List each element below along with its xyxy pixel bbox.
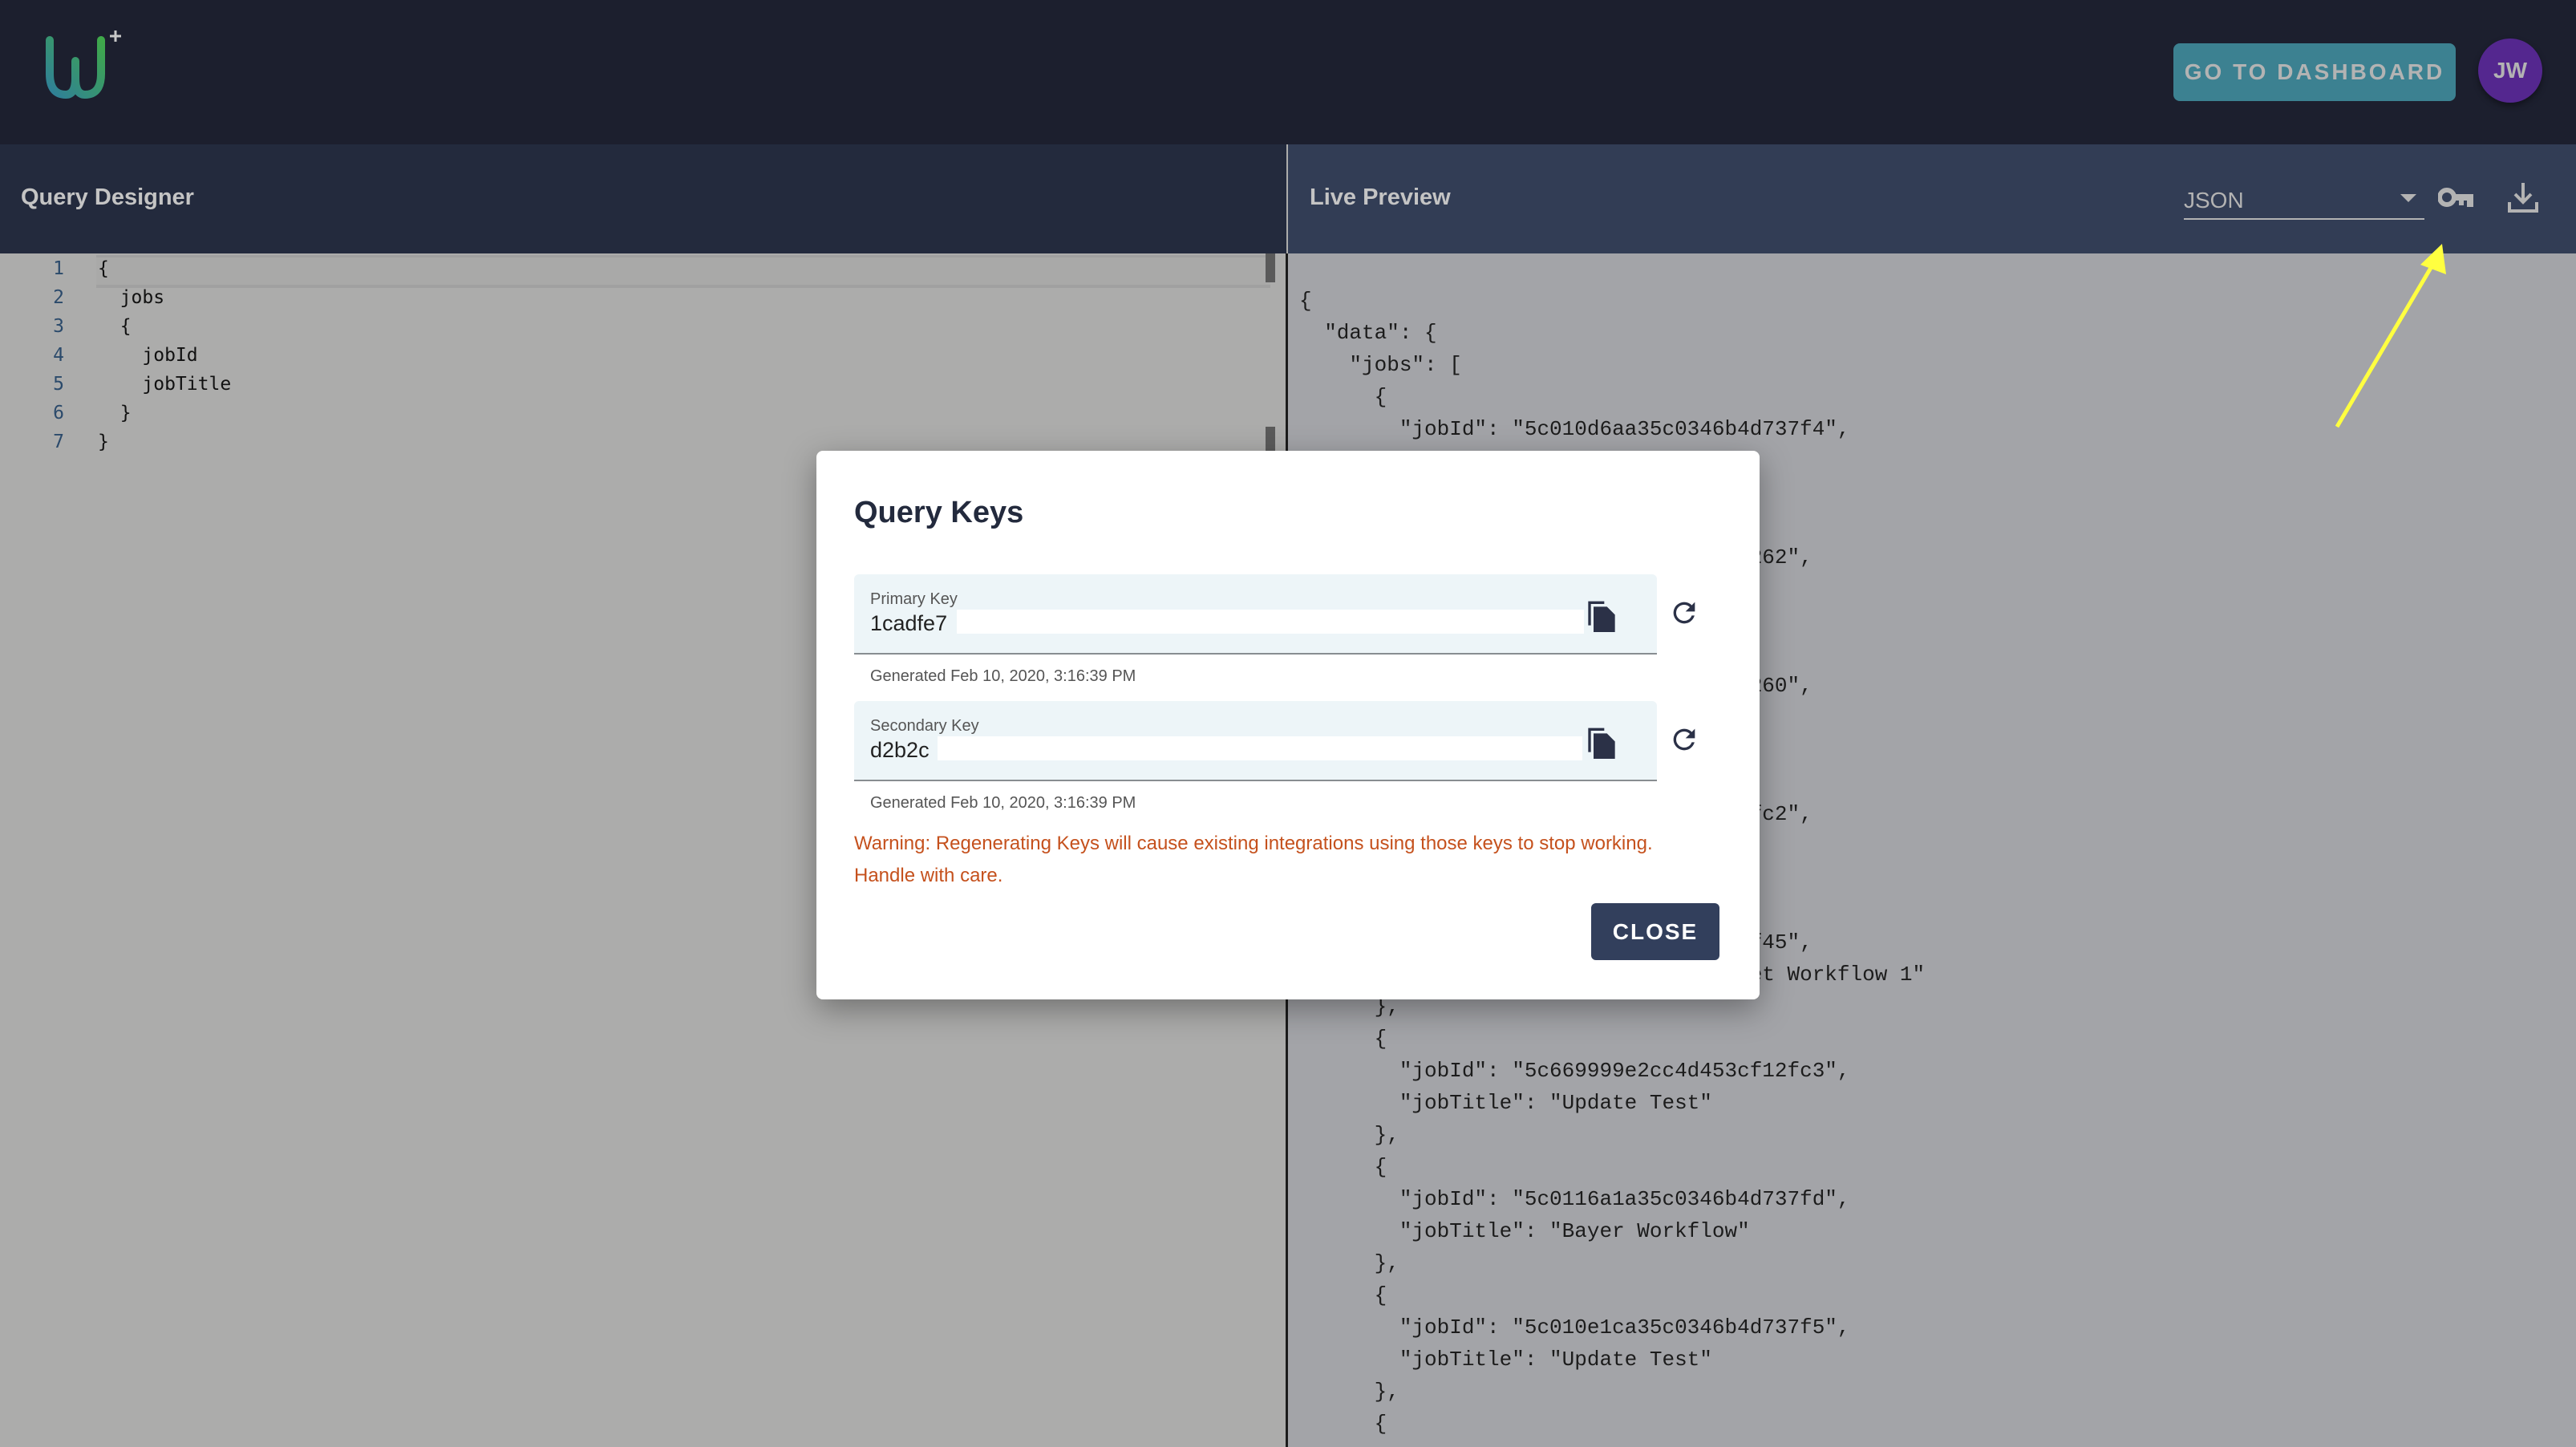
json-line: },	[1299, 1251, 1399, 1275]
annotation-arrow	[2335, 244, 2446, 428]
query-designer-title: Query Designer	[21, 184, 194, 210]
line-number: 7	[53, 432, 64, 452]
code-line[interactable]: }	[98, 428, 109, 456]
redaction-mask	[938, 736, 1582, 760]
copy-icon[interactable]	[1586, 598, 1618, 634]
json-line: },	[1299, 1380, 1399, 1404]
key-icon[interactable]	[2438, 186, 2475, 215]
user-avatar[interactable]: JW	[2478, 39, 2542, 103]
regenerate-warning: Warning: Regenerating Keys will cause ex…	[854, 833, 1653, 886]
code-line[interactable]: {	[98, 312, 132, 341]
top-bar: GO TO DASHBOARD JW	[0, 0, 2576, 144]
editor-scrollbar-thumb[interactable]	[1266, 427, 1275, 451]
json-line: "jobId": "5c010e1ca35c0346b4d737f5",	[1299, 1315, 1850, 1340]
json-line: {	[1299, 1155, 1387, 1179]
copy-icon[interactable]	[1586, 725, 1618, 760]
json-line: {	[1299, 1283, 1387, 1307]
secondary-key-generated: Generated Feb 10, 2020, 3:16:39 PM	[870, 794, 1136, 812]
live-preview-title: Live Preview	[1310, 184, 1451, 210]
json-line: {	[1299, 1027, 1387, 1051]
regenerate-primary-key-icon[interactable]	[1668, 597, 1700, 629]
line-number: 2	[53, 287, 64, 308]
primary-key-label: Primary Key	[870, 590, 958, 608]
regenerate-secondary-key-icon[interactable]	[1668, 724, 1700, 756]
code-line[interactable]: jobTitle	[98, 370, 231, 399]
json-line: },	[1299, 1123, 1399, 1147]
current-line-highlight	[96, 255, 1270, 288]
query-designer-header: Query Designer ?	[0, 144, 1286, 357]
line-number: 3	[53, 316, 64, 337]
line-number: 6	[53, 403, 64, 424]
code-line[interactable]: }	[98, 399, 132, 428]
editor-scrollbar[interactable]	[1266, 253, 1275, 282]
app-logo[interactable]	[42, 29, 130, 101]
code-line[interactable]: jobId	[98, 341, 197, 370]
primary-key-generated: Generated Feb 10, 2020, 3:16:39 PM	[870, 667, 1136, 685]
redaction-mask	[957, 610, 1584, 634]
json-line: "jobId": "5c0116a1a35c0346b4d737fd",	[1299, 1187, 1850, 1211]
json-line: {	[1299, 289, 1312, 313]
json-line: "jobTitle": "Update Test"	[1299, 1348, 1712, 1372]
dialog-title: Query Keys	[854, 496, 1024, 529]
json-line: "jobId": "5c010d6aa35c0346b4d737f4",	[1299, 417, 1850, 441]
json-line: "jobTitle": "Bayer Workflow"	[1299, 1219, 1750, 1243]
query-keys-dialog: Query Keys Primary Key 1cadfe7 Generated…	[816, 451, 1760, 999]
close-button[interactable]: CLOSE	[1591, 903, 1719, 960]
download-icon[interactable]	[2507, 181, 2539, 213]
format-select[interactable]: JSON	[2184, 180, 2424, 220]
json-line: "data": {	[1299, 321, 1437, 345]
go-to-dashboard-button[interactable]: GO TO DASHBOARD	[2173, 43, 2456, 101]
line-number: 1	[53, 258, 64, 279]
format-select-value: JSON	[2184, 188, 2244, 213]
code-line[interactable]: {	[98, 254, 109, 283]
json-line: {	[1299, 385, 1387, 409]
secondary-key-label: Secondary Key	[870, 717, 979, 735]
json-line: "jobTitle": "Update Test"	[1299, 1091, 1712, 1115]
secondary-key-field[interactable]: Secondary Key d2b2c	[854, 701, 1657, 781]
primary-key-field[interactable]: Primary Key 1cadfe7	[854, 574, 1657, 655]
line-number: 5	[53, 374, 64, 395]
line-number: 4	[53, 345, 64, 366]
json-line: "jobId": "5c669999e2cc4d453cf12fc3",	[1299, 1059, 1850, 1083]
secondary-key-value[interactable]: d2b2c	[870, 738, 930, 763]
chevron-down-icon	[2400, 194, 2416, 202]
json-line: {	[1299, 1412, 1387, 1436]
code-line[interactable]: jobs	[98, 283, 164, 312]
json-line: "jobs": [	[1299, 353, 1462, 377]
primary-key-value[interactable]: 1cadfe7	[870, 611, 947, 636]
